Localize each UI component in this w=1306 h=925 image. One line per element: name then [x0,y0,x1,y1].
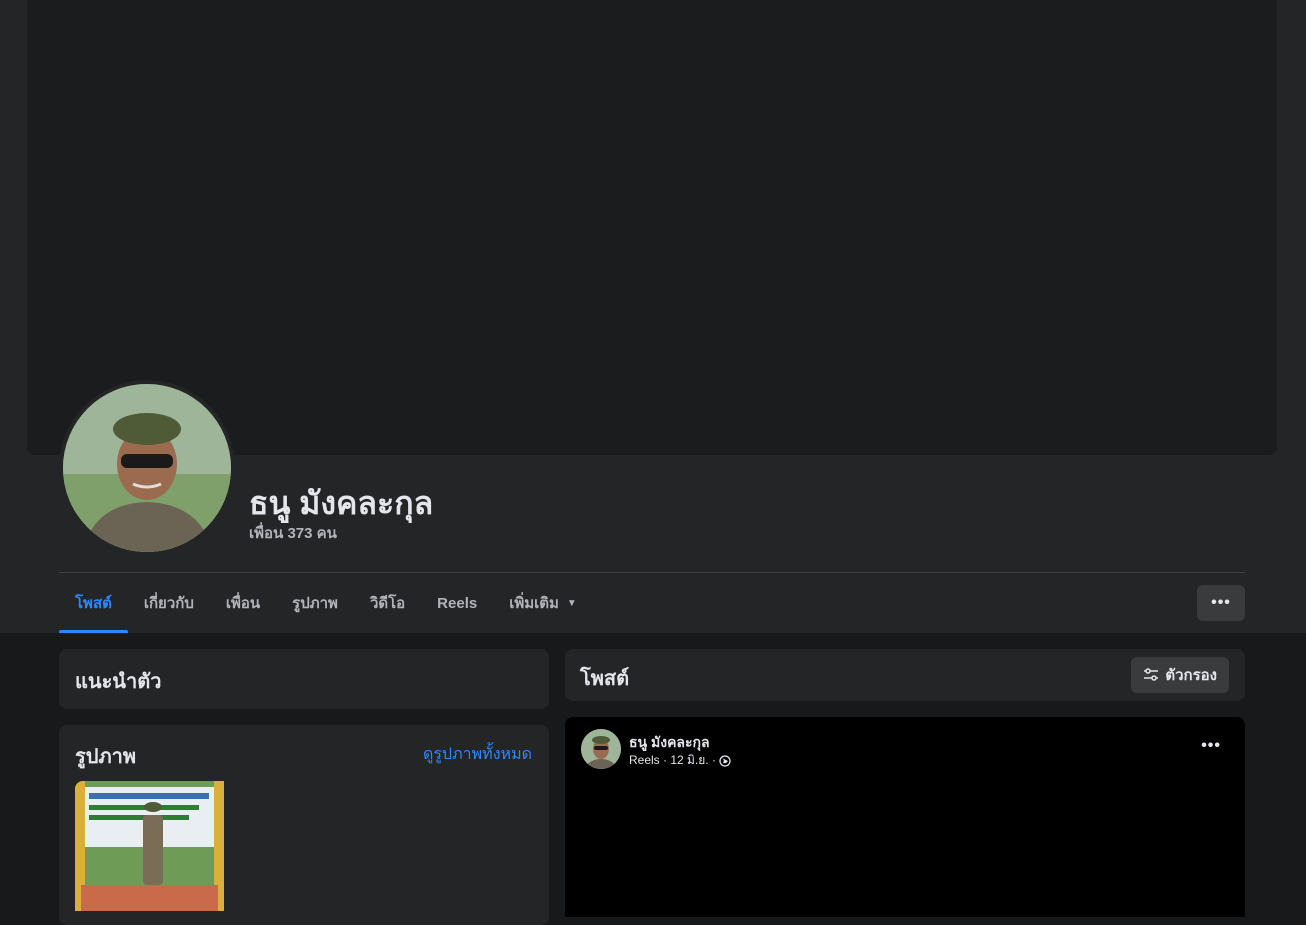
intro-title: แนะนำตัว [75,671,162,693]
more-options-button[interactable]: ••• [1197,585,1245,621]
tab-more[interactable]: เพิ่มเติม ▼ [493,573,593,633]
intro-card: แนะนำตัว [59,649,549,709]
post-meta: Reels · 12 มิ.ย. · [629,751,731,770]
avatar [63,384,231,552]
filter-button[interactable]: ตัวกรอง [1131,657,1229,693]
posts-title: โพสต์ [580,668,630,690]
friend-count[interactable]: เพื่อน 373 คน [249,521,337,545]
cover-photo[interactable] [27,0,1277,455]
tab-posts[interactable]: โพสต์ [59,573,128,633]
tab-photos[interactable]: รูปภาพ [276,573,354,633]
posts-header-card: โพสต์ ตัวกรอง [565,649,1245,701]
tab-about[interactable]: เกี่ยวกับ [128,573,210,633]
post-menu-button[interactable]: ••• [1201,737,1221,755]
caret-down-icon: ▼ [566,597,577,609]
profile-header: ธนู มังคละกุล เพื่อน 373 คน โพสต์ เกี่ยว… [0,0,1306,633]
see-all-photos-link[interactable]: ดูรูปภาพทั้งหมด [423,742,532,767]
photo-thumbnail[interactable] [75,781,224,911]
globe-icon [719,754,731,767]
photos-title: รูปภาพ [75,746,137,768]
post-author-avatar[interactable] [581,729,621,769]
tab-reels[interactable]: Reels [421,573,493,633]
profile-tabs: โพสต์ เกี่ยวกับ เพื่อน รูปภาพ วิดีโอ Ree… [59,573,593,633]
profile-picture[interactable] [59,380,235,556]
photos-card: รูปภาพ ดูรูปภาพทั้งหมด [59,725,549,925]
filter-sliders-icon [1144,668,1159,681]
tab-videos[interactable]: วิดีโอ [354,573,421,633]
tab-friends[interactable]: เพื่อน [210,573,276,633]
post-card: ธนู มังคละกุล Reels · 12 มิ.ย. · ••• [565,717,1245,917]
